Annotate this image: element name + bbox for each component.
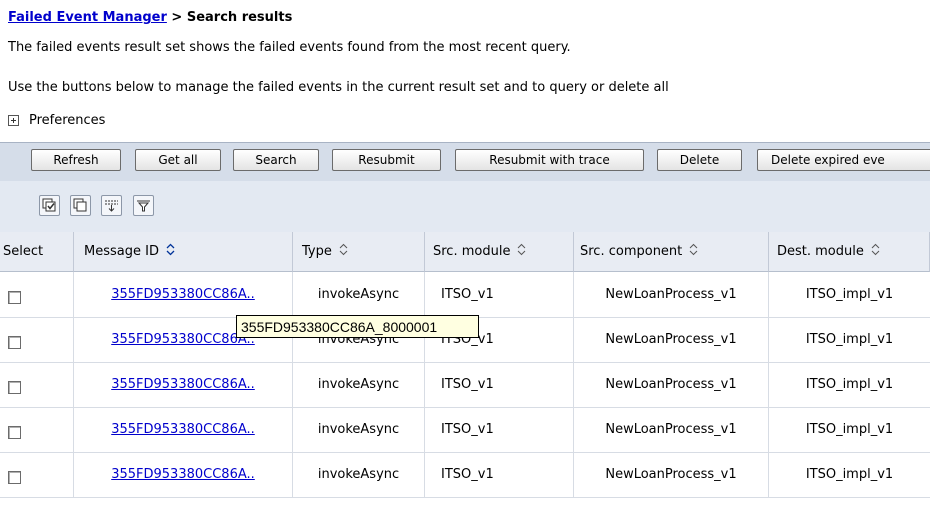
column-header-src-module[interactable]: Src. module [425, 232, 574, 272]
delete-button[interactable]: Delete [657, 149, 742, 171]
icon-toolbar [0, 181, 930, 233]
description-line-2: Use the buttons below to manage the fail… [8, 80, 669, 95]
row-select-checkbox[interactable] [8, 291, 21, 304]
search-button[interactable]: Search [233, 149, 319, 171]
table-row: 355FD953380CC86A.. invokeAsync ITSO_v1 N… [0, 272, 930, 318]
message-id-cell: 355FD953380CC86A.. [74, 407, 293, 452]
message-id-cell: 355FD953380CC86A.. [74, 362, 293, 407]
src-module-cell: ITSO_v1 [425, 407, 574, 452]
row-select-checkbox[interactable] [8, 336, 21, 349]
refresh-button[interactable]: Refresh [31, 149, 121, 171]
row-select-checkbox[interactable] [8, 471, 21, 484]
message-id-tooltip: 355FD953380CC86A_8000001 [236, 315, 479, 338]
type-cell: invokeAsync [293, 452, 425, 497]
type-cell: invokeAsync [293, 272, 425, 317]
table-row: 355FD953380CC86A.. invokeAsync ITSO_v1 N… [0, 452, 930, 498]
dest-module-cell: ITSO_impl_v1 [805, 467, 894, 482]
action-toolbar: Refresh Get all Search Resubmit Resubmit… [0, 142, 930, 182]
sort-icon[interactable] [166, 243, 175, 260]
type-cell: invokeAsync [293, 407, 425, 452]
breadcrumb-current: Search results [186, 10, 293, 25]
breadcrumb-separator: > [166, 10, 187, 25]
column-header-message-id[interactable]: Message ID [74, 232, 293, 272]
get-all-button[interactable]: Get all [135, 149, 221, 171]
dest-module-cell: ITSO_impl_v1 [805, 422, 894, 437]
message-id-cell: 355FD953380CC86A.. [74, 272, 293, 317]
resubmit-button[interactable]: Resubmit [332, 149, 441, 171]
expand-plus-icon[interactable] [8, 115, 19, 126]
table-row: 355FD953380CC86A.. invokeAsync ITSO_v1 N… [0, 407, 930, 453]
src-component-cell: NewLoanProcess_v1 [574, 362, 769, 407]
collapse-filter-icon[interactable] [133, 195, 154, 216]
src-component-cell: NewLoanProcess_v1 [574, 452, 769, 497]
src-component-cell: NewLoanProcess_v1 [574, 272, 769, 317]
select-checkbox-cell [0, 452, 74, 497]
column-header-src-component[interactable]: Src. component [574, 232, 769, 272]
message-id-link[interactable]: 355FD953380CC86A.. [111, 467, 255, 482]
message-id-link[interactable]: 355FD953380CC86A.. [111, 422, 255, 437]
sort-icon[interactable] [517, 243, 526, 260]
preferences-toggle[interactable]: Preferences [8, 113, 105, 128]
resubmit-with-trace-button[interactable]: Resubmit with trace [455, 149, 644, 171]
message-id-link[interactable]: 355FD953380CC86A.. [111, 332, 255, 347]
description-line-1: The failed events result set shows the f… [8, 40, 571, 55]
src-component-cell: NewLoanProcess_v1 [574, 317, 769, 362]
breadcrumb: Failed Event Manager > Search results [8, 10, 292, 25]
deselect-all-icon[interactable] [70, 195, 91, 216]
dest-module-cell: ITSO_impl_v1 [805, 377, 894, 392]
src-module-cell: ITSO_v1 [425, 272, 574, 317]
table-row: 355FD953380CC86A.. invokeAsync ITSO_v1 N… [0, 362, 930, 408]
expand-filter-icon[interactable] [101, 195, 122, 216]
column-header-dest-module[interactable]: Dest. module [769, 232, 930, 272]
src-component-cell: NewLoanProcess_v1 [574, 407, 769, 452]
column-header-type[interactable]: Type [293, 232, 425, 272]
sort-icon[interactable] [871, 243, 880, 260]
column-header-select: Select [0, 232, 74, 272]
message-id-link[interactable]: 355FD953380CC86A.. [111, 377, 255, 392]
select-all-icon[interactable] [39, 195, 60, 216]
dest-module-cell: ITSO_impl_v1 [805, 287, 894, 302]
src-module-cell: ITSO_v1 [425, 362, 574, 407]
select-checkbox-cell [0, 407, 74, 452]
breadcrumb-link-failed-event-manager[interactable]: Failed Event Manager [8, 10, 167, 25]
dest-module-cell: ITSO_impl_v1 [805, 332, 894, 347]
select-checkbox-cell [0, 317, 74, 362]
preferences-label: Preferences [29, 113, 106, 128]
delete-expired-events-button[interactable]: Delete expired eve [757, 149, 930, 171]
select-checkbox-cell [0, 272, 74, 317]
sort-icon[interactable] [689, 243, 698, 260]
row-select-checkbox[interactable] [8, 426, 21, 439]
sort-icon[interactable] [339, 243, 348, 260]
message-id-cell: 355FD953380CC86A.. [74, 452, 293, 497]
row-select-checkbox[interactable] [8, 381, 21, 394]
select-checkbox-cell [0, 362, 74, 407]
message-id-link[interactable]: 355FD953380CC86A.. [111, 287, 255, 302]
src-module-cell: ITSO_v1 [425, 452, 574, 497]
type-cell: invokeAsync [293, 362, 425, 407]
